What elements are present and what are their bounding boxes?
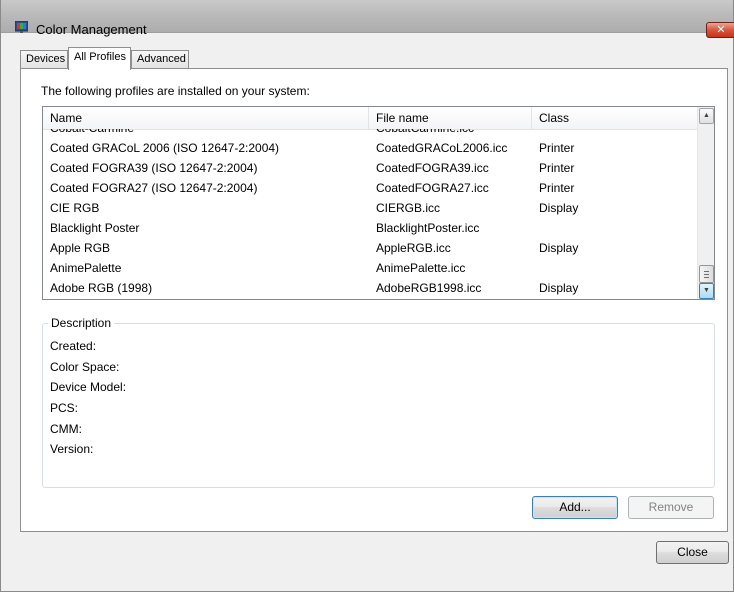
table-row[interactable]: Cobalt-Carmine CobaltCarmine.icc [43, 129, 697, 138]
scroll-down-button[interactable]: ▼ [699, 283, 714, 299]
table-row[interactable]: Coated FOGRA39 (ISO 12647-2:2004) Coated… [43, 158, 697, 178]
profile-class: Display [539, 241, 579, 255]
profile-class: Printer [539, 181, 575, 195]
table-row[interactable]: Coated GRACoL 2006 (ISO 12647-2:2004) Co… [43, 138, 697, 158]
list-header: Name File name Class [43, 107, 697, 130]
profile-file: AdobeRGB1998.icc [376, 281, 482, 295]
profile-name: Coated FOGRA39 (ISO 12647-2:2004) [50, 161, 258, 175]
profile-name: Blacklight Poster [50, 221, 140, 235]
description-group: Description Created: Color Space: Device… [42, 316, 715, 488]
table-row[interactable]: Adobe RGB (1998) AdobeRGB1998.icc Displa… [43, 278, 697, 298]
profile-name: Cobalt-Carmine [43, 129, 376, 138]
color-management-window: Color Management ✕ Devices All Profiles … [0, 0, 734, 592]
scroll-up-icon: ▲ [703, 112, 710, 119]
profile-name: Adobe RGB (1998) [50, 281, 153, 295]
close-window-button[interactable]: ✕ [706, 22, 734, 38]
profile-name: CIE RGB [50, 201, 100, 215]
profile-file: CobaltCarmine.icc [369, 129, 539, 138]
profile-class: Printer [539, 161, 575, 175]
profiles-intro-text: The following profiles are installed on … [41, 84, 310, 98]
profile-name: Apple RGB [50, 241, 111, 255]
table-row[interactable]: Blacklight Poster BlacklightPoster.icc [43, 218, 697, 238]
tab-label: Advanced [137, 53, 186, 65]
profile-class: Display [539, 281, 579, 295]
color-management-icon [15, 21, 28, 33]
profile-class: Display [539, 201, 579, 215]
column-header-class[interactable]: Class [532, 107, 697, 129]
description-legend: Description [48, 316, 115, 330]
tab-advanced[interactable]: Advanced [131, 50, 189, 68]
thumb-grip-line [704, 277, 709, 278]
profile-name: Coated GRACoL 2006 (ISO 12647-2:2004) [50, 141, 280, 155]
thumb-grip-line [704, 271, 709, 272]
scroll-down-icon: ▼ [703, 287, 710, 294]
table-row[interactable]: Coated FOGRA27 (ISO 12647-2:2004) Coated… [43, 178, 697, 198]
description-version: Version: [50, 442, 94, 456]
table-row[interactable]: Apple RGB AppleRGB.icc Display [43, 238, 697, 258]
tab-label: Devices [26, 53, 66, 65]
column-header-file-name[interactable]: File name [369, 107, 532, 129]
profile-file: CoatedGRACoL2006.icc [376, 141, 508, 155]
close-button[interactable]: Close [656, 541, 729, 564]
tab-label: All Profiles [74, 51, 126, 63]
title-bar[interactable]: Color Management [1, 0, 733, 37]
scroll-thumb[interactable] [699, 265, 714, 283]
profile-file: CoatedFOGRA39.icc [376, 161, 489, 175]
tab-all-profiles[interactable]: All Profiles [68, 47, 131, 70]
profile-name: AnimePalette [50, 261, 122, 275]
description-device-model: Device Model: [50, 380, 127, 394]
add-profile-button[interactable]: Add... [532, 496, 618, 519]
description-color-space: Color Space: [50, 360, 120, 374]
window-title: Color Management [36, 22, 147, 37]
list-rows: Cobalt-Carmine CobaltCarmine.icc Coated … [43, 129, 697, 299]
description-cmm: CMM: [50, 422, 82, 436]
table-row[interactable]: CIE RGB CIERGB.icc Display [43, 198, 697, 218]
remove-profile-button[interactable]: Remove [628, 496, 714, 519]
profile-file: BlacklightPoster.icc [376, 221, 480, 235]
profile-file: CoatedFOGRA27.icc [376, 181, 489, 195]
description-created: Created: [50, 339, 97, 353]
table-row[interactable]: AnimePalette AnimePalette.icc [43, 258, 697, 278]
profile-file: AppleRGB.icc [376, 241, 451, 255]
tab-devices[interactable]: Devices [20, 50, 68, 68]
all-profiles-panel: The following profiles are installed on … [20, 68, 728, 532]
close-icon: ✕ [716, 24, 726, 36]
column-header-name[interactable]: Name [43, 107, 369, 129]
profile-file: AnimePalette.icc [376, 261, 466, 275]
profile-file: CIERGB.icc [376, 201, 441, 215]
profile-class: Printer [539, 141, 575, 155]
description-pcs: PCS: [50, 401, 79, 415]
thumb-grip-line [704, 274, 709, 275]
profile-name: Coated FOGRA27 (ISO 12647-2:2004) [50, 181, 258, 195]
profiles-scrollbar[interactable]: ▲ ▼ [697, 107, 714, 299]
scroll-up-button[interactable]: ▲ [699, 108, 714, 124]
profiles-list[interactable]: Name File name Class Cobalt-Carmine Coba… [42, 106, 715, 300]
